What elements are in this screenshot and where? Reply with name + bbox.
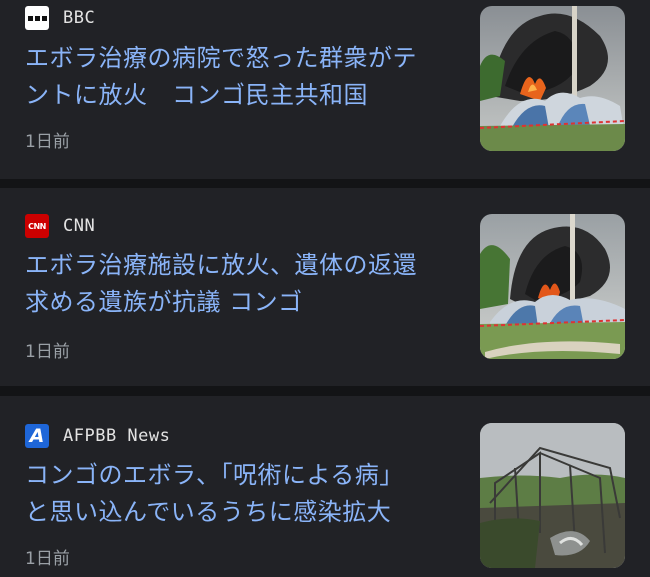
thumbnail-image[interactable] (480, 6, 625, 151)
thumbnail-image[interactable] (480, 214, 625, 359)
source-name: CNN (63, 216, 96, 236)
source-name: BBC (63, 8, 96, 28)
timestamp: 1日前 (25, 342, 70, 362)
thumbnail-image[interactable] (480, 423, 625, 568)
news-card[interactable]: BBC エボラ治療の病院で怒った群衆がテ ントに放火 コンゴ民主共和国 1日前 (0, 0, 650, 179)
afpbb-logo-icon: A (25, 424, 49, 448)
headline-link[interactable]: コンゴのエボラ、「呪術による病」 と思い込んでいるうちに感染拡大 (25, 457, 455, 531)
headline-link[interactable]: エボラ治療施設に放火、遺体の返還 求める遺族が抗議 コンゴ (25, 247, 455, 321)
news-card[interactable]: A AFPBB News コンゴのエボラ、「呪術による病」 と思い込んでいるうち… (0, 396, 650, 577)
source-name: AFPBB News (63, 426, 171, 446)
timestamp: 1日前 (25, 132, 70, 152)
source-row: BBC (25, 6, 95, 30)
source-row: A AFPBB News (25, 424, 170, 448)
source-row: CNN CNN (25, 214, 95, 238)
news-card[interactable]: CNN CNN エボラ治療施設に放火、遺体の返還 求める遺族が抗議 コンゴ 1日… (0, 188, 650, 386)
timestamp: 1日前 (25, 549, 70, 569)
bbc-logo-icon (25, 6, 49, 30)
news-feed: BBC エボラ治療の病院で怒った群衆がテ ントに放火 コンゴ民主共和国 1日前 (0, 0, 650, 577)
headline-link[interactable]: エボラ治療の病院で怒った群衆がテ ントに放火 コンゴ民主共和国 (25, 40, 455, 114)
cnn-logo-icon: CNN (25, 214, 49, 238)
